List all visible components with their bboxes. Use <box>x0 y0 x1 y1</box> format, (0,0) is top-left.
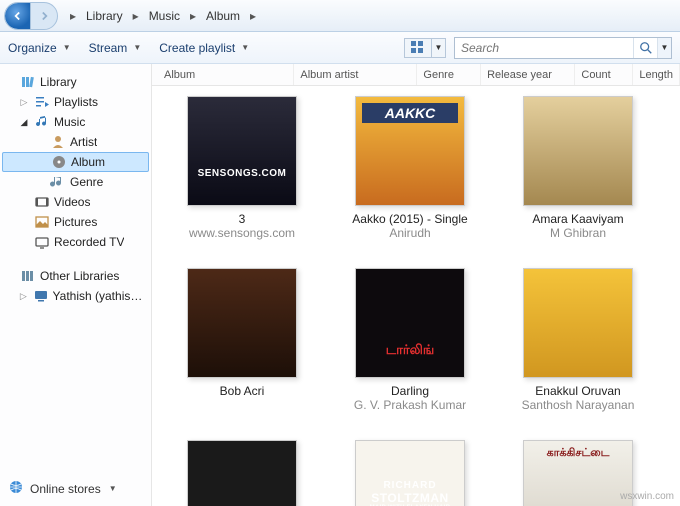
breadcrumb-root-arrow[interactable]: ▸ <box>66 6 80 26</box>
tree-label: Pictures <box>54 215 97 229</box>
online-stores-label: Online stores <box>30 482 101 496</box>
globe-icon <box>8 479 24 498</box>
chevron-down-icon: ▼ <box>109 484 117 493</box>
tree-label: Videos <box>54 195 90 209</box>
tree-label: Library <box>40 75 77 89</box>
album-art <box>523 268 633 378</box>
breadcrumb-music[interactable]: Music <box>143 6 186 26</box>
album-art <box>187 268 297 378</box>
album-title: 3 <box>170 212 314 226</box>
tree-label: Playlists <box>54 95 98 109</box>
album-title: Aakko (2015) - Single <box>338 212 482 226</box>
column-header-genre[interactable]: Genre <box>417 64 481 85</box>
back-button[interactable] <box>5 3 31 29</box>
album-item[interactable]: Ethir Neechal - Tamilanda.com <box>170 440 314 506</box>
album-item[interactable]: 3 www.sensongs.com <box>170 96 314 240</box>
tree-album[interactable]: Album <box>2 152 149 172</box>
album-art <box>187 96 297 206</box>
column-header-release-year[interactable]: Release year <box>481 64 575 85</box>
create-playlist-menu[interactable]: Create playlist▼ <box>159 41 249 55</box>
column-header-album[interactable]: Album <box>158 64 294 85</box>
pictures-icon <box>34 214 50 230</box>
tree-label: Other Libraries <box>40 269 119 283</box>
tree-videos[interactable]: Videos <box>2 192 149 212</box>
tree-library[interactable]: Library <box>2 72 149 92</box>
album-title: Darling <box>338 384 482 398</box>
album-grid: 3 www.sensongs.com Aakko (2015) - Single… <box>156 96 676 506</box>
search-button[interactable] <box>633 38 657 58</box>
album-art <box>355 96 465 206</box>
album-art <box>187 440 297 506</box>
album-item[interactable]: Darling G. V. Prakash Kumar <box>338 268 482 412</box>
album-grid-scroll[interactable]: 3 www.sensongs.com Aakko (2015) - Single… <box>152 86 680 506</box>
breadcrumb-arrow[interactable]: ▸ <box>246 6 260 26</box>
tree-playlists[interactable]: ▷ Playlists <box>2 92 149 112</box>
artist-icon <box>50 134 66 150</box>
search-dropdown[interactable]: ▼ <box>657 38 671 58</box>
playlist-icon <box>34 94 50 110</box>
tree-music[interactable]: ◢ Music <box>2 112 149 132</box>
column-header-length[interactable]: Length <box>633 64 680 85</box>
videos-icon <box>34 194 50 210</box>
tree-genre[interactable]: Genre <box>2 172 149 192</box>
album-artist: Anirudh <box>338 226 482 240</box>
album-art: RICHARD STOLTZMAN MAID WITH FLAXEN HAIR <box>355 440 465 506</box>
breadcrumb-library[interactable]: Library <box>80 6 129 26</box>
stream-menu[interactable]: Stream▼ <box>89 41 142 55</box>
forward-button[interactable] <box>31 3 57 29</box>
genre-icon <box>50 174 66 190</box>
search-box: ▼ <box>454 37 672 59</box>
tree-artist[interactable]: Artist <box>2 132 149 152</box>
content-pane: Album Album artist Genre Release year Co… <box>152 64 680 506</box>
tv-icon <box>34 234 50 250</box>
album-art <box>523 440 633 506</box>
breadcrumb-arrow[interactable]: ▸ <box>186 6 200 26</box>
album-artist: Santhosh Narayanan <box>506 398 650 412</box>
album-title: Enakkul Oruvan <box>506 384 650 398</box>
breadcrumb-album[interactable]: Album <box>200 6 246 26</box>
album-item[interactable]: RICHARD STOLTZMAN MAID WITH FLAXEN HAIR … <box>338 440 482 506</box>
view-options-button[interactable] <box>404 38 432 58</box>
other-libraries-icon <box>20 268 36 284</box>
album-item[interactable]: Bob Acri <box>170 268 314 412</box>
column-header-count[interactable]: Count <box>575 64 633 85</box>
organize-menu[interactable]: Organize▼ <box>8 41 71 55</box>
album-art <box>523 96 633 206</box>
album-item[interactable]: Aakko (2015) - Single Anirudh <box>338 96 482 240</box>
address-bar: ▸ Library▸ Music▸ Album▸ <box>0 0 680 32</box>
breadcrumb-arrow[interactable]: ▸ <box>129 6 143 26</box>
library-icon <box>20 74 36 90</box>
tree-recorded-tv[interactable]: Recorded TV <box>2 232 149 252</box>
tree-label: Recorded TV <box>54 235 124 249</box>
tree-label: Yathish (yathish-pc) <box>53 289 145 303</box>
album-icon <box>51 154 67 170</box>
album-art <box>355 268 465 378</box>
navigation-tree: Library ▷ Playlists ◢ Music Artist Album… <box>0 64 152 506</box>
tree-label: Music <box>54 115 85 129</box>
toolbar: Organize▼ Stream▼ Create playlist▼ ▼ ▼ <box>0 32 680 64</box>
column-header-album-artist[interactable]: Album artist <box>294 64 417 85</box>
tree-label: Artist <box>70 135 97 149</box>
album-artist: www.sensongs.com <box>170 226 314 240</box>
album-title: Amara Kaaviyam <box>506 212 650 226</box>
tree-remote-pc[interactable]: ▷ Yathish (yathish-pc) <box>2 286 149 306</box>
album-artist: G. V. Prakash Kumar <box>338 398 482 412</box>
column-headers: Album Album artist Genre Release year Co… <box>152 64 680 86</box>
nav-buttons <box>4 2 58 30</box>
tree-label: Album <box>71 155 105 169</box>
tree-label: Genre <box>70 175 103 189</box>
album-item[interactable]: Enakkul Oruvan Santhosh Narayanan <box>506 268 650 412</box>
album-artist: M Ghibran <box>506 226 650 240</box>
watermark: wsxwin.com <box>620 491 674 502</box>
album-title: Bob Acri <box>170 384 314 398</box>
online-stores[interactable]: Online stores ▼ <box>8 479 117 498</box>
album-item[interactable]: Amara Kaaviyam M Ghibran <box>506 96 650 240</box>
tree-pictures[interactable]: Pictures <box>2 212 149 232</box>
view-options-dropdown[interactable]: ▼ <box>432 38 446 58</box>
breadcrumb: ▸ Library▸ Music▸ Album▸ <box>66 5 260 27</box>
tree-other-libraries[interactable]: Other Libraries <box>2 266 149 286</box>
computer-icon <box>33 288 49 304</box>
search-input[interactable] <box>455 41 633 55</box>
music-icon <box>34 114 50 130</box>
